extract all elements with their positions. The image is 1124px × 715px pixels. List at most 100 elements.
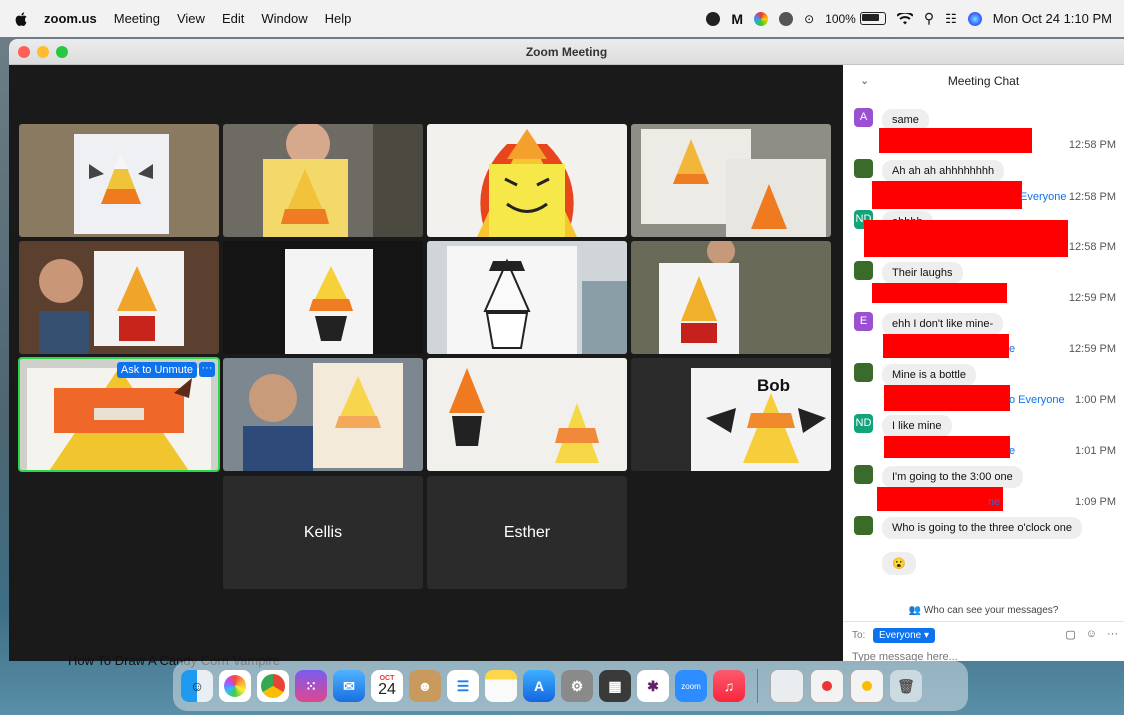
video-tile-2[interactable] bbox=[223, 124, 423, 237]
redacted-region bbox=[864, 220, 1068, 257]
video-tile-5[interactable] bbox=[19, 241, 219, 354]
menu-clock[interactable]: Mon Oct 24 1:10 PM bbox=[993, 11, 1112, 26]
file-icon[interactable]: ▢ bbox=[1065, 628, 1075, 641]
music-icon[interactable]: ♫ bbox=[713, 670, 745, 702]
dock-separator bbox=[757, 669, 758, 703]
finder-icon[interactable]: ☺ bbox=[181, 670, 213, 702]
video-tile-7[interactable] bbox=[427, 241, 627, 354]
participant-video bbox=[19, 124, 219, 237]
participant-video bbox=[427, 358, 627, 471]
more-icon[interactable]: ··· bbox=[1107, 628, 1118, 641]
message-text[interactable]: I like mine bbox=[882, 415, 952, 437]
menu-item-help[interactable]: Help bbox=[325, 11, 352, 26]
video-tile-3[interactable] bbox=[427, 124, 627, 237]
colorful-app-icon[interactable] bbox=[754, 11, 769, 26]
apple-icon[interactable] bbox=[14, 11, 30, 27]
chat-reaction: 😮 bbox=[854, 548, 1116, 594]
participant-video bbox=[223, 241, 423, 354]
spotlight-search-icon[interactable]: ⚲ bbox=[924, 10, 934, 27]
chrome-window-thumb-1[interactable] bbox=[810, 669, 844, 703]
message-time: 12:59 PM bbox=[1068, 292, 1116, 304]
message-time: 1:01 PM bbox=[1075, 445, 1116, 457]
video-tile-12[interactable]: Bob bbox=[631, 358, 831, 471]
video-tile-active-speaker[interactable]: Ask to Unmute ··· bbox=[18, 357, 220, 472]
video-tile-6[interactable] bbox=[223, 241, 423, 354]
battery-indicator[interactable]: 100% bbox=[825, 12, 886, 26]
chat-message: A same 12:58 PM bbox=[854, 108, 1116, 154]
photos-app-icon[interactable] bbox=[219, 670, 251, 702]
participant-video bbox=[427, 124, 627, 237]
launchpad-icon[interactable]: ⁙ bbox=[295, 670, 327, 702]
participant-video bbox=[631, 358, 831, 471]
reminders-icon[interactable]: ☰ bbox=[447, 670, 479, 702]
wifi-icon[interactable] bbox=[896, 12, 913, 25]
chat-message: I'm going to the 3:00 one ne 1:09 PM bbox=[854, 465, 1116, 511]
trash-icon[interactable]: 🗑 bbox=[890, 670, 922, 702]
contacts-icon[interactable]: ☻ bbox=[409, 670, 441, 702]
window-titlebar[interactable]: Zoom Meeting bbox=[9, 39, 1124, 65]
battery-icon bbox=[859, 12, 886, 25]
participant-video bbox=[19, 241, 219, 354]
to-label: To: bbox=[852, 630, 866, 641]
avatar bbox=[854, 516, 873, 535]
slack-icon[interactable]: ✱ bbox=[637, 670, 669, 702]
menu-bar: zoom.us Meeting View Edit Window Help M … bbox=[0, 0, 1124, 37]
calendar-icon[interactable]: OCT 24 bbox=[371, 670, 403, 702]
message-time: 12:58 PM bbox=[1068, 241, 1116, 253]
play-icon[interactable]: ⊙ bbox=[804, 12, 814, 26]
video-tile-11[interactable] bbox=[427, 358, 627, 471]
menu-item-view[interactable]: View bbox=[177, 11, 205, 26]
extension-icon[interactable] bbox=[779, 11, 794, 26]
redacted-region bbox=[879, 128, 1032, 153]
video-tile-8[interactable] bbox=[631, 241, 831, 354]
video-tile-1[interactable] bbox=[19, 124, 219, 237]
video-tile-4[interactable] bbox=[631, 124, 831, 237]
message-text[interactable]: ehh I don't like mine- bbox=[882, 313, 1004, 335]
status-app-icon[interactable] bbox=[706, 11, 721, 26]
message-text[interactable]: I'm going to the 3:00 one bbox=[882, 466, 1023, 488]
recipient-dropdown[interactable]: Everyone ▾ bbox=[873, 628, 936, 643]
zoom-app-icon[interactable]: zoom bbox=[675, 670, 707, 702]
status-area: M ⊙ 100% ⚲ ☷ Mon Oct 24 1:10 PM bbox=[706, 0, 1112, 37]
chrome-window-thumb-2[interactable] bbox=[850, 669, 884, 703]
redacted-region bbox=[884, 385, 1010, 411]
avatar bbox=[854, 261, 873, 280]
message-text[interactable]: Their laughs bbox=[882, 262, 963, 284]
avatar bbox=[854, 159, 873, 178]
video-tile-10[interactable] bbox=[223, 358, 423, 471]
control-center-icon[interactable]: ☷ bbox=[945, 11, 957, 27]
who-can-see-link[interactable]: 👥 Who can see your messages? bbox=[843, 605, 1124, 616]
emoji-reaction[interactable]: 😮 bbox=[882, 552, 916, 575]
chat-message: E ehh I don't like mine- e 12:59 PM bbox=[854, 312, 1116, 358]
message-input[interactable]: Type message here... bbox=[852, 651, 958, 661]
participant-tile-esther[interactable]: Esther bbox=[427, 476, 627, 589]
participant-video bbox=[631, 124, 831, 237]
redacted-region bbox=[884, 436, 1010, 458]
tile-more-options-button[interactable]: ··· bbox=[199, 362, 215, 377]
message-text[interactable]: Mine is a bottle bbox=[882, 364, 976, 386]
message-text[interactable]: Who is going to the three o'clock one bbox=[882, 517, 1083, 539]
system-preferences-icon[interactable]: ⚙ bbox=[561, 670, 593, 702]
message-recipient: e bbox=[1009, 343, 1016, 355]
malwarebytes-icon[interactable]: M bbox=[731, 11, 743, 27]
app-store-icon[interactable]: A bbox=[523, 670, 555, 702]
notes-icon[interactable] bbox=[485, 670, 517, 702]
message-text[interactable]: Ah ah ah ahhhhhhhh bbox=[882, 160, 1005, 182]
message-recipient: ne bbox=[988, 496, 1001, 508]
menu-item-window[interactable]: Window bbox=[261, 11, 307, 26]
menu-item-meeting[interactable]: Meeting bbox=[114, 11, 160, 26]
calculator-icon[interactable]: ▦ bbox=[599, 670, 631, 702]
preview-window-icon[interactable] bbox=[770, 669, 804, 703]
menu-app-name[interactable]: zoom.us bbox=[44, 11, 97, 26]
ask-to-unmute-button[interactable]: Ask to Unmute bbox=[116, 362, 197, 378]
participant-tile-kellis[interactable]: Kellis bbox=[223, 476, 423, 589]
chat-compose-area: To: Everyone ▾ ▢ ☺ ··· Type message here… bbox=[843, 621, 1124, 661]
mail-icon[interactable]: ✉ bbox=[333, 670, 365, 702]
redacted-region bbox=[877, 487, 1003, 511]
emoji-icon[interactable]: ☺ bbox=[1086, 628, 1097, 641]
battery-percent: 100% bbox=[825, 11, 856, 26]
chrome-icon[interactable] bbox=[257, 670, 289, 702]
menu-item-edit[interactable]: Edit bbox=[222, 11, 244, 26]
siri-icon[interactable] bbox=[967, 11, 982, 26]
dock: ☺ ⁙ ✉ OCT 24 ☻ ☰ A ⚙ ▦ ✱ zoom ♫ 🗑 bbox=[173, 661, 968, 711]
